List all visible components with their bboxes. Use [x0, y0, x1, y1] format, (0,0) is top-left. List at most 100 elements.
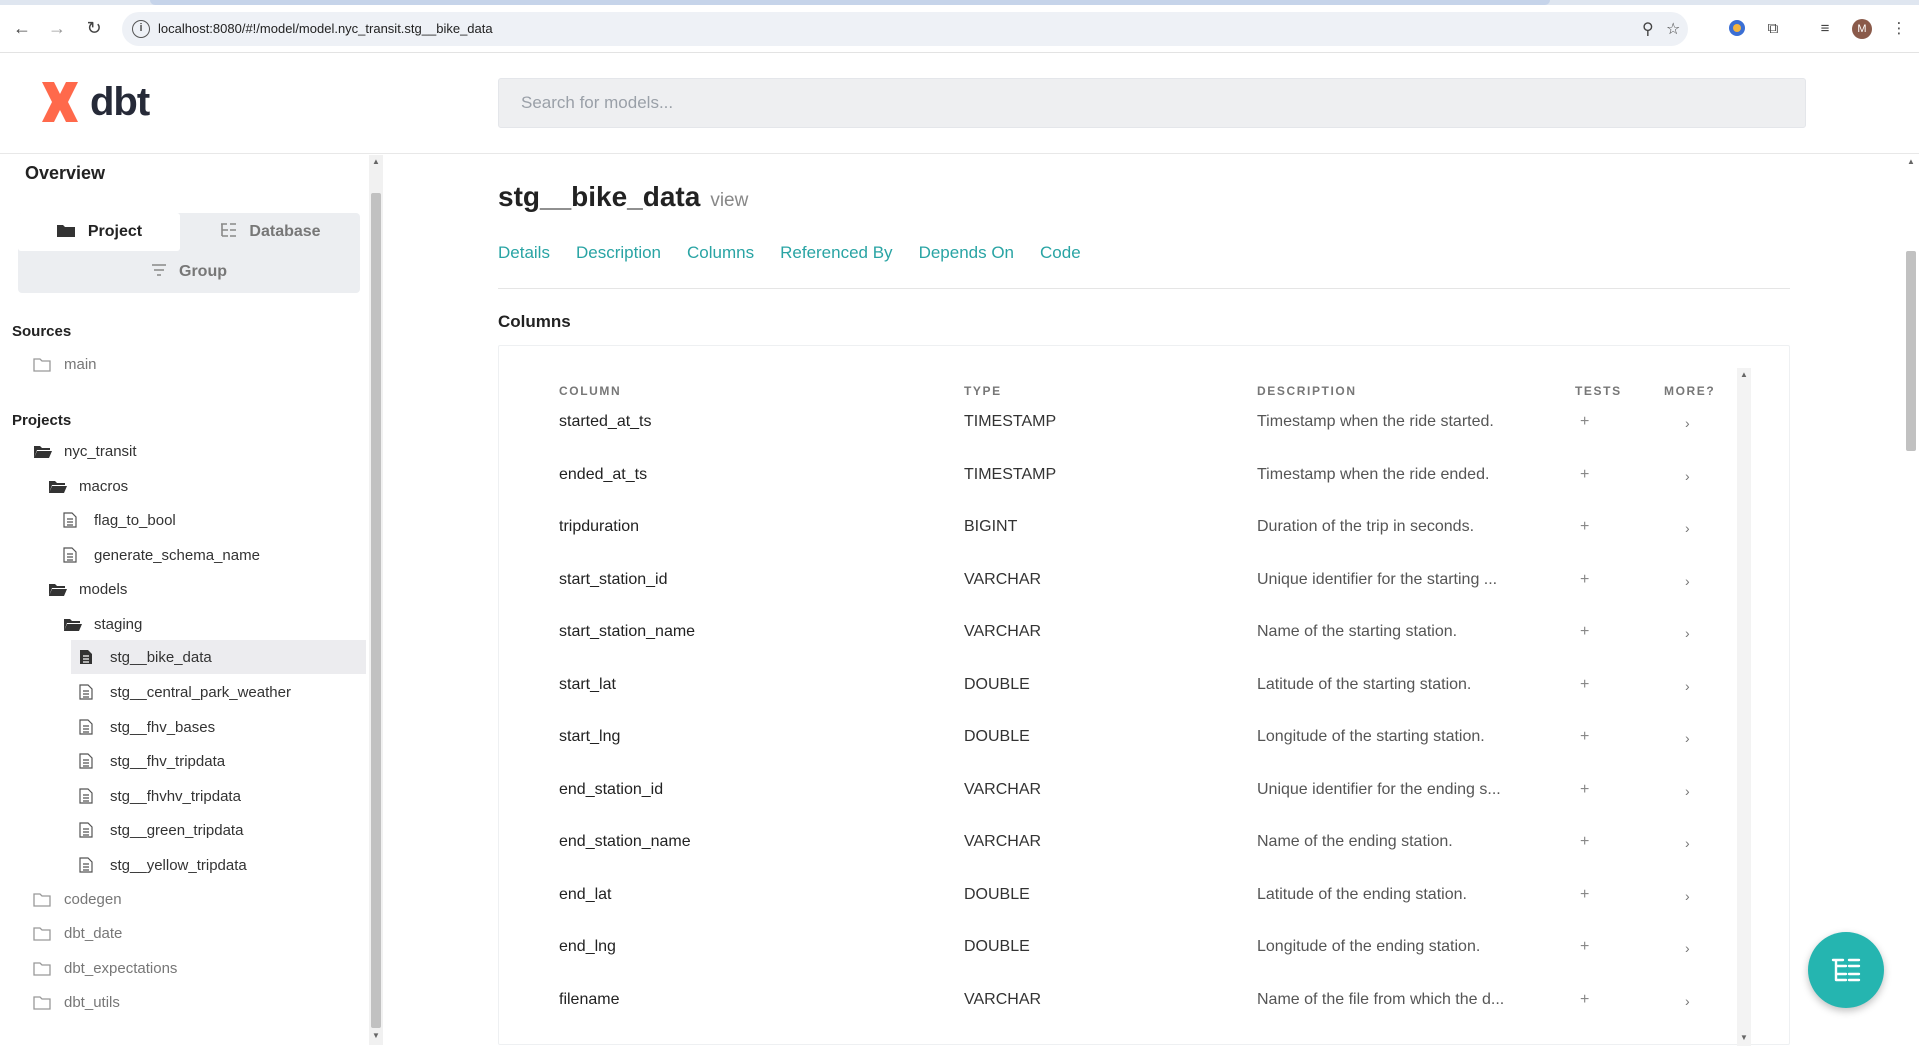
expand-chevron-icon[interactable]: ›	[1685, 468, 1690, 484]
add-test-icon[interactable]: +	[1580, 938, 1589, 956]
column-description: Duration of the trip in seconds.	[1257, 518, 1475, 535]
expand-chevron-icon[interactable]: ›	[1685, 888, 1690, 904]
header-more: MORE?	[1664, 384, 1716, 398]
add-test-icon[interactable]: +	[1580, 466, 1589, 484]
tree-file-stg-fhv-bases[interactable]: stg__fhv_bases	[79, 712, 215, 742]
database-tab-button[interactable]: Database	[180, 213, 360, 251]
scroll-up-arrow-icon[interactable]: ▲	[1907, 157, 1915, 166]
add-test-icon[interactable]: +	[1580, 676, 1589, 694]
zoom-icon[interactable]: ⚲	[1642, 19, 1654, 39]
scroll-down-arrow-icon[interactable]: ▼	[1740, 1033, 1748, 1042]
tree-package-dbt-utils[interactable]: dbt_utils	[33, 987, 120, 1017]
expand-chevron-icon[interactable]: ›	[1685, 940, 1690, 956]
back-icon[interactable]: ←	[10, 16, 34, 40]
tree-staging[interactable]: staging	[63, 609, 142, 639]
bookmark-star-icon[interactable]: ☆	[1666, 19, 1680, 39]
active-tab[interactable]	[150, 0, 1550, 5]
source-main[interactable]: main	[33, 349, 97, 379]
table-row[interactable]: end_station_name VARCHAR Name of the endin…	[499, 818, 1739, 870]
expand-chevron-icon[interactable]: ›	[1685, 573, 1690, 589]
forward-icon[interactable]: →	[45, 16, 69, 40]
tab-referenced-by[interactable]: Referenced By	[780, 243, 892, 263]
table-row[interactable]: start_station_name VARCHAR Name of the sta…	[499, 608, 1739, 660]
page-scrollbar[interactable]: ▲	[1903, 155, 1919, 1045]
project-tab-button[interactable]: Project	[18, 213, 180, 251]
table-row[interactable]: end_lat DOUBLE Latitude of the ending stat…	[499, 871, 1739, 923]
table-row[interactable]: start_station_id VARCHAR Unique identifier…	[499, 556, 1739, 608]
address-bar[interactable]: i localhost:8080/#!/model/model.nyc_tran…	[122, 12, 1688, 46]
tree-file-stg-fhvhv-tripdata[interactable]: stg__fhvhv_tripdata	[79, 781, 241, 811]
table-row[interactable]: tripduration BIGINT Duration of the trip i…	[499, 503, 1739, 555]
tree-file-stg-green-tripdata[interactable]: stg__green_tripdata	[79, 815, 243, 845]
sidebar-scroll-thumb[interactable]	[371, 193, 381, 1028]
lineage-graph-button[interactable]	[1808, 932, 1884, 1008]
url-text[interactable]: localhost:8080/#!/model/model.nyc_transi…	[158, 21, 493, 36]
tree-file-generate-schema-name[interactable]: generate_schema_name	[63, 540, 260, 570]
add-test-icon[interactable]: +	[1580, 413, 1589, 431]
scroll-up-arrow-icon[interactable]: ▲	[1740, 370, 1748, 379]
add-test-icon[interactable]: +	[1580, 728, 1589, 746]
media-icon[interactable]: ≡	[1814, 17, 1836, 39]
tree-models[interactable]: models	[48, 574, 127, 604]
file-icon	[79, 684, 97, 700]
table-row[interactable]: end_station_id VARCHAR Unique identifier f…	[499, 766, 1739, 818]
table-row[interactable]: started_at_ts TIMESTAMP Timestamp when the…	[499, 398, 1739, 450]
tree-file-stg-fhv-tripdata[interactable]: stg__fhv_tripdata	[79, 746, 225, 776]
overview-link[interactable]: Overview	[25, 163, 105, 184]
menu-kebab-icon[interactable]: ⋮	[1888, 17, 1910, 39]
table-scrollbar[interactable]: ▲ ▼	[1737, 368, 1751, 1046]
page-scroll-thumb[interactable]	[1906, 251, 1916, 451]
tree-label: nyc_transit	[64, 442, 137, 460]
expand-chevron-icon[interactable]: ›	[1685, 415, 1690, 431]
tree-file-flag-to-bool[interactable]: flag_to_bool	[63, 505, 176, 535]
add-test-icon[interactable]: +	[1580, 991, 1589, 1009]
tree-package-dbt-date[interactable]: dbt_date	[33, 918, 122, 948]
file-icon	[79, 788, 97, 804]
tree-macros[interactable]: macros	[48, 471, 128, 501]
table-row[interactable]: end_lng DOUBLE Longitude of the ending sta…	[499, 923, 1739, 975]
add-test-icon[interactable]: +	[1580, 886, 1589, 904]
table-row[interactable]: start_lat DOUBLE Latitude of the starting …	[499, 661, 1739, 713]
puzzle-icon[interactable]: ⧉	[1762, 17, 1784, 39]
tab-depends-on[interactable]: Depends On	[919, 243, 1014, 263]
table-row[interactable]: ended_at_ts TIMESTAMP Timestamp when the r…	[499, 451, 1739, 503]
reload-icon[interactable]: ↻	[82, 16, 106, 40]
column-name: start_station_id	[559, 570, 668, 588]
scroll-up-arrow-icon[interactable]: ▲	[372, 157, 380, 166]
add-test-icon[interactable]: +	[1580, 623, 1589, 641]
site-info-icon[interactable]: i	[132, 20, 150, 38]
tree-file-stg-central-park-weather[interactable]: stg__central_park_weather	[79, 677, 291, 707]
add-test-icon[interactable]: +	[1580, 781, 1589, 799]
search-input[interactable]	[499, 79, 1805, 127]
sidebar-scrollbar[interactable]: ▲ ▼	[369, 155, 383, 1045]
dbt-logo[interactable]: dbt	[36, 78, 150, 126]
expand-chevron-icon[interactable]: ›	[1685, 678, 1690, 694]
view-switcher: Project Database Group	[18, 213, 360, 293]
search-bar[interactable]	[498, 78, 1806, 128]
tree-package-dbt-expectations[interactable]: dbt_expectations	[33, 953, 177, 983]
tree-file-stg-yellow-tripdata[interactable]: stg__yellow_tripdata	[79, 850, 247, 880]
tree-package-codegen[interactable]: codegen	[33, 884, 122, 914]
tree-file-stg-bike-data[interactable]: stg__bike_data	[71, 640, 366, 674]
add-test-icon[interactable]: +	[1580, 518, 1589, 536]
group-tab-button[interactable]: Group	[18, 253, 360, 291]
expand-chevron-icon[interactable]: ›	[1685, 835, 1690, 851]
add-test-icon[interactable]: +	[1580, 833, 1589, 851]
tab-details[interactable]: Details	[498, 243, 550, 263]
scroll-down-arrow-icon[interactable]: ▼	[372, 1031, 380, 1040]
expand-chevron-icon[interactable]: ›	[1685, 783, 1690, 799]
projects-title: Projects	[12, 412, 72, 429]
expand-chevron-icon[interactable]: ›	[1685, 730, 1690, 746]
expand-chevron-icon[interactable]: ›	[1685, 625, 1690, 641]
profile-avatar[interactable]: M	[1852, 19, 1872, 39]
table-row[interactable]: filename VARCHAR Name of the file from whi…	[499, 976, 1739, 1028]
tab-description[interactable]: Description	[576, 243, 661, 263]
tree-nyc-transit[interactable]: nyc_transit	[33, 436, 137, 466]
tab-columns[interactable]: Columns	[687, 243, 754, 263]
expand-chevron-icon[interactable]: ›	[1685, 993, 1690, 1009]
add-test-icon[interactable]: +	[1580, 571, 1589, 589]
expand-chevron-icon[interactable]: ›	[1685, 520, 1690, 536]
tab-code[interactable]: Code	[1040, 243, 1081, 263]
table-row[interactable]: start_lng DOUBLE Longitude of the starting…	[499, 713, 1739, 765]
extension-icon[interactable]	[1726, 17, 1748, 39]
